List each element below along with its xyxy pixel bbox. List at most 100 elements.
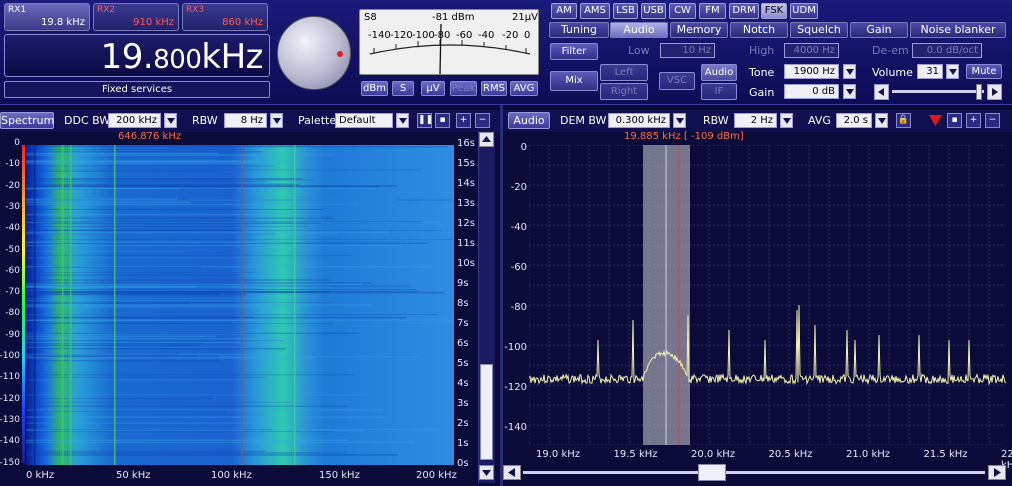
tab-memory[interactable]: Memory [670,22,728,38]
waterfall-time-label: 10s [457,258,475,269]
hscroll-left-arrow[interactable] [503,465,521,480]
rx3-tab[interactable]: RX3 860 kHz [182,3,268,31]
waterfall-level-label: -60 [5,265,20,276]
volume-field[interactable]: 31 [917,64,943,79]
ddcbw-field[interactable]: 200 kHz [108,113,161,128]
rbw-field[interactable]: 8 Hz [224,113,267,128]
low-field[interactable]: 10 Hz [660,43,715,58]
tab-squelch[interactable]: Squelch [790,22,848,38]
scroll-thumb[interactable] [480,364,493,460]
zoom-out-icon[interactable]: − [475,113,490,128]
audio-zoom-in-icon[interactable]: + [966,113,981,128]
left-button[interactable]: Left [600,64,648,81]
frequency-display[interactable]: 19.800kHz [4,34,270,77]
meter-peak-button[interactable]: Peak [450,81,477,96]
tuning-knob[interactable] [277,16,351,90]
volume-dropdown[interactable] [946,64,959,79]
spectrum-button[interactable]: Spectrum [0,112,54,129]
hscroll-thumb[interactable] [698,464,726,481]
mode-cw[interactable]: CW [669,3,696,19]
hscroll-track[interactable] [523,471,985,474]
palette-field[interactable]: Default [335,113,393,128]
mix-button[interactable]: Mix [550,71,598,91]
palette-dropdown[interactable] [396,113,409,128]
meter-rms-button[interactable]: RMS [481,81,507,96]
if-source-button[interactable]: IF [701,83,737,100]
rx1-tab[interactable]: RX1 19.8 kHz [4,3,90,31]
waterfall-level-label: -80 [5,308,20,319]
mode-usb[interactable]: USB [641,3,666,19]
volume-slider-track[interactable] [892,90,984,93]
vsc-button[interactable]: VSC [659,72,695,90]
meter-dbm-button[interactable]: dBm [361,81,388,96]
pause-icon[interactable]: ❚❚ [417,113,433,128]
audio-level-label: 0 [520,142,527,153]
audio-source-button[interactable]: Audio [701,64,737,81]
waterfall-level-label: 0 [14,138,20,148]
audio-rbw-field[interactable]: 2 Hz [734,113,777,128]
tone-dropdown[interactable] [843,64,856,79]
gain-field[interactable]: 0 dB [784,84,839,99]
volume-slider-thumb[interactable] [976,84,982,100]
deem-field[interactable]: 0.0 dB/oct [912,43,982,58]
dembw-dropdown[interactable] [673,113,686,128]
high-field[interactable]: 4000 Hz [784,43,839,58]
waterfall-time-label: 13s [457,198,475,209]
mode-ams[interactable]: AMS [580,3,610,19]
rbw-dropdown[interactable] [270,113,283,128]
meter-avg-button[interactable]: AVG [510,81,538,96]
volume-right-arrow[interactable] [987,84,1002,100]
waterfall-level-label: -100 [0,351,20,361]
mode-lsb[interactable]: LSB [613,3,638,19]
dembw-field[interactable]: 0.300 kHz [608,113,670,128]
deem-label: De-em [872,44,909,57]
tab-tuning[interactable]: Tuning [549,22,609,38]
tone-field[interactable]: 1900 Hz [784,64,839,79]
tone-label: Tone [749,66,775,79]
marker-icon[interactable] [928,113,943,128]
volume-left-arrow[interactable] [874,84,889,100]
waterfall-frequency-label: 150 kHz [319,470,360,481]
scroll-down-arrow[interactable] [479,465,494,480]
audio-rbw-dropdown[interactable] [780,113,793,128]
low-label: Low [628,44,650,57]
audio-level-label: -80 [510,302,527,313]
avg-field[interactable]: 2.0 s [836,113,872,128]
mode-drm[interactable]: DRM [729,3,759,19]
save-icon[interactable]: ▪ [435,113,450,128]
mode-fm[interactable]: FM [699,3,726,19]
zoom-in-icon[interactable]: + [456,113,471,128]
avg-dropdown[interactable] [875,113,888,128]
lock-icon[interactable]: 🔒 [896,113,911,128]
gain-dropdown[interactable] [843,84,856,99]
hscroll-right-arrow[interactable] [988,465,1006,480]
waterfall-display[interactable] [26,145,454,465]
filter-button[interactable]: Filter [550,43,598,60]
tab-noise-blanker[interactable]: Noise blanker [910,22,1006,38]
waterfall-time-label: 9s [457,278,469,289]
mode-am[interactable]: AM [551,3,577,19]
ddcbw-dropdown[interactable] [164,113,177,128]
audio-save-icon[interactable]: ▪ [947,113,962,128]
audio-spectrum-button[interactable]: Audio [508,112,550,129]
tab-audio[interactable]: Audio [610,22,668,38]
mute-button[interactable]: Mute [966,64,1002,79]
tab-notch[interactable]: Notch [730,22,788,38]
audio-spectrum-trace [528,304,1007,386]
rx-freq: 19.8 kHz [40,17,85,28]
mode-udm[interactable]: UDM [790,3,818,19]
arrow-left-icon [508,468,515,477]
audio-spectrum-plot[interactable] [528,144,1010,446]
mode-fsk[interactable]: FSK [761,3,787,19]
tab-gain[interactable]: Gain [850,22,908,38]
waterfall-level-label: -10 [5,159,20,170]
audio-frequency-label: 19.5 kHz [613,449,658,460]
rx2-tab[interactable]: RX2 910 kHz [93,3,179,31]
scroll-up-arrow[interactable] [479,132,494,147]
meter-s-button[interactable]: S [392,81,414,96]
audio-zoom-out-icon[interactable]: − [985,113,1000,128]
waterfall-time-label: 0s [457,458,469,469]
meter-uv-button[interactable]: µV [421,81,445,96]
waterfall-level-label: -130 [0,414,20,425]
right-button[interactable]: Right [600,83,648,100]
